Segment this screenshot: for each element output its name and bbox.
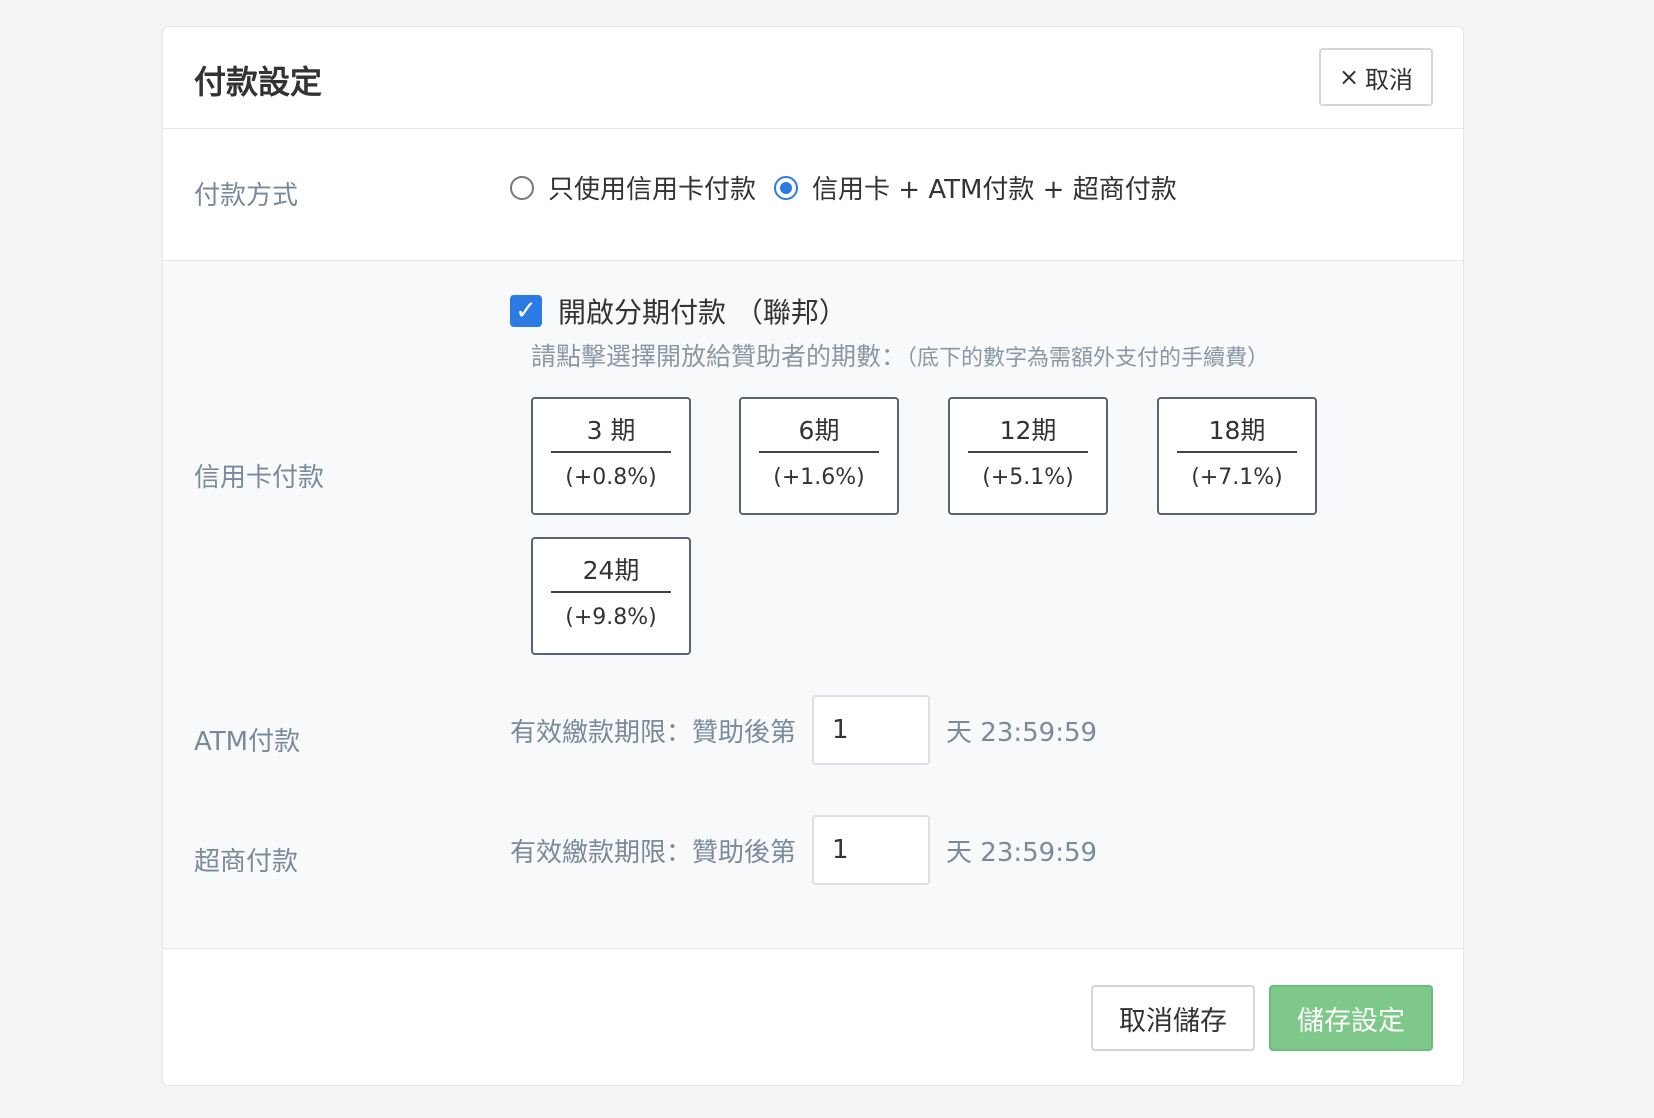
tile-fee: (+0.8%) xyxy=(565,465,657,490)
cancel-save-button[interactable]: 取消儲存 xyxy=(1091,985,1255,1051)
close-button[interactable]: × 取消 xyxy=(1319,48,1433,106)
tile-term: 3 期 xyxy=(586,416,636,445)
cvs-deadline-suffix: 天 23:59:59 xyxy=(946,837,1098,868)
radio-option-all-methods[interactable]: 信用卡 + ATM付款 + 超商付款 xyxy=(774,169,1177,206)
payment-method-label: 付款方式 xyxy=(194,181,299,211)
installment-toggle[interactable]: ✓ 開啟分期付款 （聯邦） xyxy=(510,291,847,331)
payment-method-row: 付款方式 只使用信用卡付款 信用卡 + ATM付款 + 超商付款 xyxy=(163,129,1463,261)
cvs-deadline: 有效繳款期限：贊助後第 天 23:59:59 xyxy=(510,815,1097,885)
installment-checkbox[interactable]: ✓ xyxy=(510,295,542,327)
check-icon: ✓ xyxy=(515,296,537,326)
installment-checkbox-label: 開啟分期付款 （聯邦） xyxy=(558,296,847,329)
atm-deadline-prefix: 有效繳款期限：贊助後第 xyxy=(510,717,797,748)
atm-label: ATM付款 xyxy=(194,727,301,757)
tile-divider xyxy=(1177,451,1297,453)
cvs-days-input[interactable] xyxy=(812,815,931,885)
page-title: 付款設定 xyxy=(194,63,323,101)
payment-details-section: 信用卡付款 ✓ 開啟分期付款 （聯邦） 請點擊選擇開放給贊助者的期數：（底下的數… xyxy=(163,261,1463,949)
tile-term: 24期 xyxy=(582,556,640,585)
close-button-label: 取消 xyxy=(1365,65,1414,94)
tile-fee: (+7.1%) xyxy=(1191,465,1283,490)
radio-credit-only-label: 只使用信用卡付款 xyxy=(548,175,757,205)
tile-fee: (+9.8%) xyxy=(565,605,657,630)
save-settings-button[interactable]: 儲存設定 xyxy=(1269,985,1433,1051)
tile-fee: (+1.6%) xyxy=(773,465,865,490)
atm-days-input[interactable] xyxy=(812,695,931,765)
installment-tile-6[interactable]: 6期 (+1.6%) xyxy=(739,397,899,515)
installment-hint-sub: （底下的數字為需額外支付的手續費） xyxy=(906,346,1270,371)
credit-card-label: 信用卡付款 xyxy=(194,463,325,493)
radio-all-methods[interactable] xyxy=(774,175,799,200)
installment-tile-24[interactable]: 24期 (+9.8%) xyxy=(531,537,691,655)
card-header: 付款設定 × 取消 xyxy=(163,27,1463,129)
radio-option-credit-only[interactable]: 只使用信用卡付款 xyxy=(510,169,756,206)
close-icon: × xyxy=(1338,63,1360,91)
payment-method-radio-group: 只使用信用卡付款 信用卡 + ATM付款 + 超商付款 xyxy=(510,169,1195,206)
tile-divider xyxy=(551,591,671,593)
installment-hint-main: 請點擊選擇開放給贊助者的期數： xyxy=(531,342,907,371)
radio-all-methods-label: 信用卡 + ATM付款 + 超商付款 xyxy=(812,175,1177,205)
atm-deadline: 有效繳款期限：贊助後第 天 23:59:59 xyxy=(510,695,1097,765)
cvs-deadline-prefix: 有效繳款期限：贊助後第 xyxy=(510,837,797,868)
tile-divider xyxy=(759,451,879,453)
installment-tile-3[interactable]: 3 期 (+0.8%) xyxy=(531,397,691,515)
payment-settings-card: 付款設定 × 取消 付款方式 只使用信用卡付款 信用卡 + ATM付款 + 超商… xyxy=(162,26,1464,1086)
installment-hint: 請點擊選擇開放給贊助者的期數：（底下的數字為需額外支付的手續費） xyxy=(531,337,1269,373)
tile-term: 18期 xyxy=(1208,416,1266,445)
tile-term: 12期 xyxy=(999,416,1057,445)
tile-term: 6期 xyxy=(798,416,840,445)
tile-divider xyxy=(551,451,671,453)
installment-tile-12[interactable]: 12期 (+5.1%) xyxy=(948,397,1108,515)
footer-actions: 取消儲存 儲存設定 xyxy=(1091,985,1433,1051)
atm-deadline-suffix: 天 23:59:59 xyxy=(946,717,1098,748)
installment-tile-18[interactable]: 18期 (+7.1%) xyxy=(1157,397,1317,515)
tile-divider xyxy=(968,451,1088,453)
cvs-label: 超商付款 xyxy=(194,847,299,877)
tile-fee: (+5.1%) xyxy=(982,465,1074,490)
radio-credit-only[interactable] xyxy=(510,175,534,200)
